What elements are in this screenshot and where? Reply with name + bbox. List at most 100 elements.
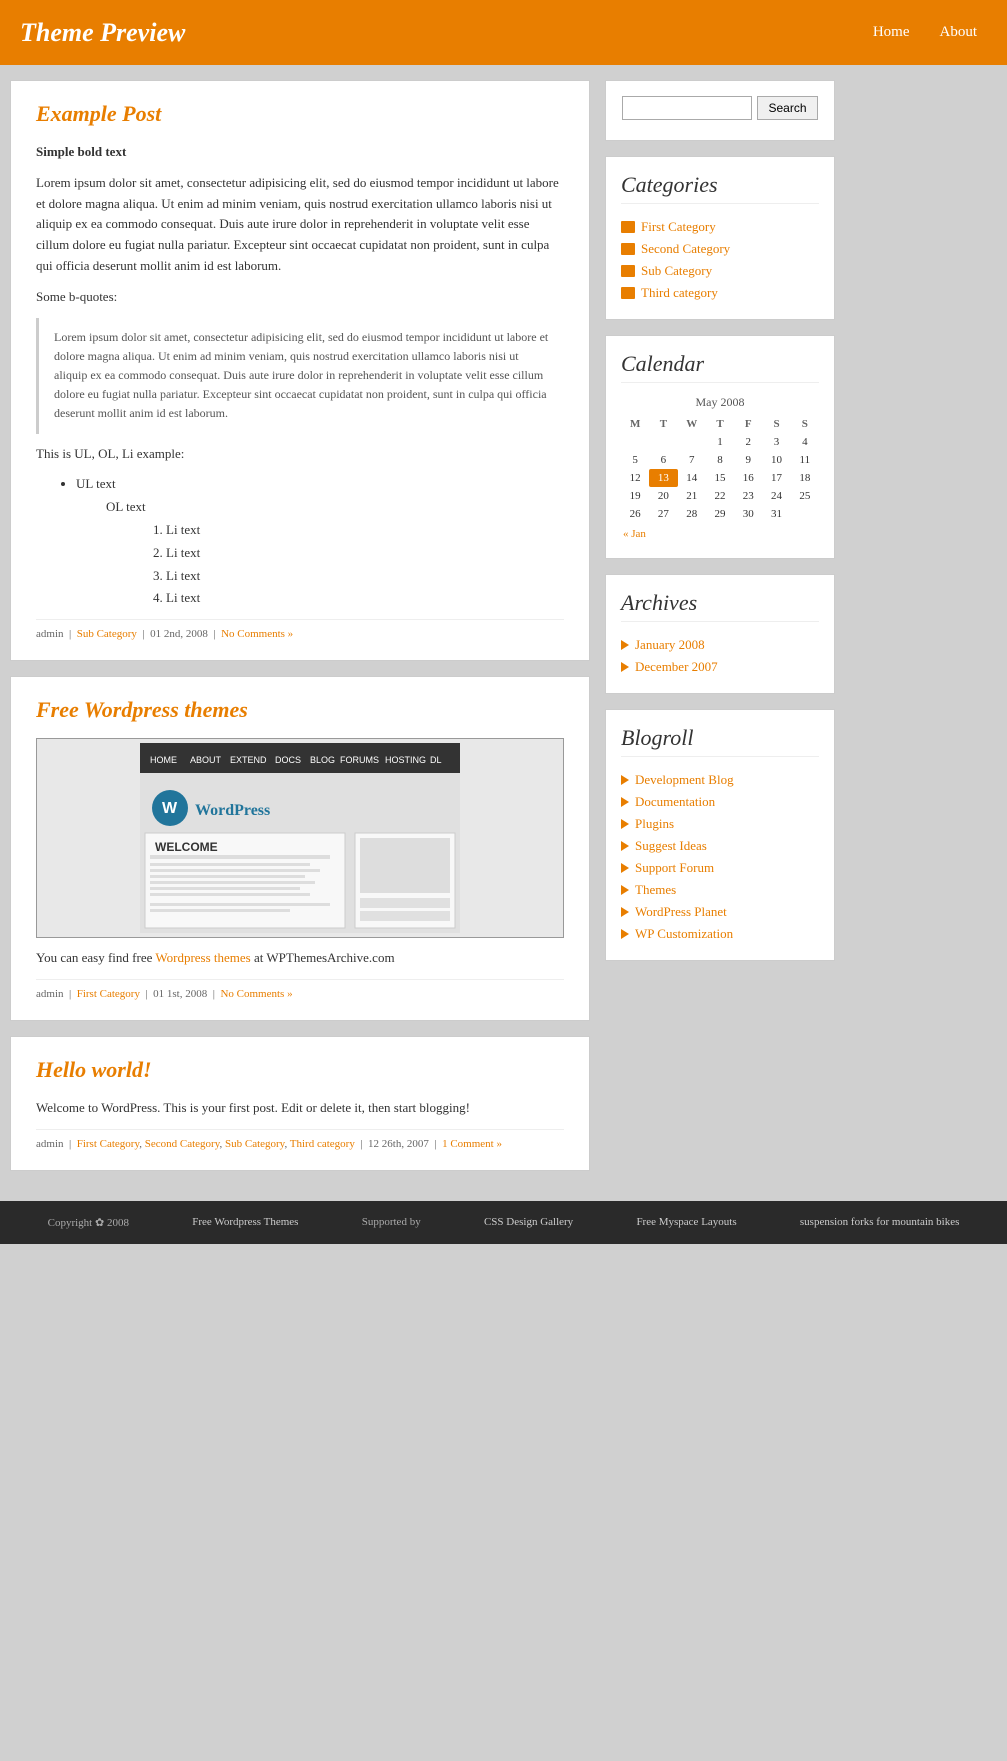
nav-home[interactable]: Home: [863, 19, 920, 46]
category-item: Third category: [621, 282, 819, 304]
svg-text:W: W: [162, 800, 178, 817]
footer-link-myspace[interactable]: Free Myspace Layouts: [636, 1216, 736, 1228]
arrow-icon: [621, 775, 629, 785]
site-title: Theme Preview: [20, 18, 185, 48]
meta-author-3: admin: [36, 1138, 64, 1150]
footer-supported-by: Supported by: [362, 1216, 421, 1228]
arrow-icon: [621, 885, 629, 895]
archive-jan-2008[interactable]: January 2008: [635, 637, 705, 653]
ol-list: OL text Li text Li text Li text Li text: [106, 497, 564, 609]
wp-screenshot: HOME ABOUT EXTEND DOCS BLOG FORUMS HOSTI…: [36, 738, 564, 938]
blogroll-item: Suggest Ideas: [621, 835, 819, 857]
cal-header-m: M: [621, 415, 649, 433]
copyright: Copyright ✿ 2008: [48, 1216, 129, 1229]
category-link-third[interactable]: Third category: [641, 285, 718, 301]
meta-date-2: 01 1st, 2008: [153, 988, 207, 1000]
meta-author-2: admin: [36, 988, 64, 1000]
cal-row: 19 20 21 22 23 24 25: [621, 487, 819, 505]
cal-header-s2: S: [791, 415, 819, 433]
arrow-icon: [621, 929, 629, 939]
li-item-1: Li text: [166, 520, 564, 541]
blogroll-item: Themes: [621, 879, 819, 901]
meta-comments[interactable]: No Comments »: [221, 628, 293, 640]
cal-header-w: W: [678, 415, 706, 433]
blogroll-support-forum[interactable]: Support Forum: [635, 860, 714, 876]
svg-text:EXTEND: EXTEND: [230, 755, 267, 765]
svg-text:BLOG: BLOG: [310, 755, 335, 765]
li-item-4: Li text: [166, 588, 564, 609]
folder-icon: [621, 265, 635, 277]
blogroll-themes[interactable]: Themes: [635, 882, 676, 898]
sidebar: Search Categories First Category Second …: [605, 80, 835, 1186]
category-link-second[interactable]: Second Category: [641, 241, 730, 257]
category-link-first[interactable]: First Category: [641, 219, 716, 235]
archive-dec-2007[interactable]: December 2007: [635, 659, 718, 675]
folder-icon: [621, 287, 635, 299]
meta-category[interactable]: Sub Category: [77, 628, 137, 640]
cal-row: 12 13 14 15 16 17 18: [621, 469, 819, 487]
blogroll-suggest-ideas[interactable]: Suggest Ideas: [635, 838, 707, 854]
search-button[interactable]: Search: [757, 96, 817, 120]
post-example: Example Post Simple bold text Lorem ipsu…: [10, 80, 590, 661]
arrow-icon: [621, 841, 629, 851]
cal-prev-link[interactable]: « Jan: [623, 528, 646, 540]
archive-list: January 2008 December 2007: [621, 634, 819, 678]
post-meta-2: admin | First Category | 01 1st, 2008 | …: [36, 979, 564, 1000]
category-item: Sub Category: [621, 260, 819, 282]
cal-today: 13: [649, 469, 677, 487]
blogroll-dev-blog[interactable]: Development Blog: [635, 772, 734, 788]
blogroll-list: Development Blog Documentation Plugins S…: [621, 769, 819, 945]
li-list: Li text Li text Li text Li text: [166, 520, 564, 609]
wordpress-themes-link[interactable]: Wordpress themes: [155, 950, 250, 965]
blogroll-item: Documentation: [621, 791, 819, 813]
post-meta-3: admin | First Category, Second Category,…: [36, 1129, 564, 1150]
category-item: First Category: [621, 216, 819, 238]
cal-row: 5 6 7 8 9 10 11: [621, 451, 819, 469]
footer-link-free-themes[interactable]: Free Wordpress Themes: [192, 1216, 298, 1228]
cal-prev-row: « Jan: [621, 523, 819, 543]
blogroll-plugins[interactable]: Plugins: [635, 816, 674, 832]
meta-comments-3[interactable]: 1 Comment »: [442, 1138, 502, 1150]
footer-link-css-gallery[interactable]: CSS Design Gallery: [484, 1216, 573, 1228]
ol-item: OL text: [106, 497, 564, 518]
meta-cat-first[interactable]: First Category: [77, 1138, 140, 1150]
meta-cat-second[interactable]: Second Category: [145, 1138, 220, 1150]
ul-label: This is UL, OL, Li example:: [36, 444, 564, 465]
post3-body: Welcome to WordPress. This is your first…: [36, 1098, 564, 1119]
svg-text:WordPress: WordPress: [195, 802, 270, 819]
arrow-icon: [621, 907, 629, 917]
search-input[interactable]: [622, 96, 752, 120]
cal-header-f: F: [734, 415, 762, 433]
wp-svg: HOME ABOUT EXTEND DOCS BLOG FORUMS HOSTI…: [140, 743, 460, 933]
blogroll-wp-planet[interactable]: WordPress Planet: [635, 904, 727, 920]
meta-cat-sub[interactable]: Sub Category: [225, 1138, 284, 1150]
blockquote: Lorem ipsum dolor sit amet, consectetur …: [36, 318, 564, 434]
nav-about[interactable]: About: [930, 19, 988, 46]
archive-item: January 2008: [621, 634, 819, 656]
archives-title: Archives: [621, 590, 819, 622]
meta-category-2[interactable]: First Category: [77, 988, 140, 1000]
arrow-icon: [621, 863, 629, 873]
meta-comments-2[interactable]: No Comments »: [220, 988, 292, 1000]
category-link-sub[interactable]: Sub Category: [641, 263, 712, 279]
post2-body: You can easy find free Wordpress themes …: [36, 948, 564, 969]
svg-text:HOSTING: HOSTING: [385, 755, 426, 765]
footer-link-suspension[interactable]: suspension forks for mountain bikes: [800, 1216, 959, 1228]
cal-header-t2: T: [706, 415, 734, 433]
blogroll-item: Plugins: [621, 813, 819, 835]
ul-item: UL text: [76, 474, 564, 495]
categories-title: Categories: [621, 172, 819, 204]
svg-text:DOCS: DOCS: [275, 755, 301, 765]
calendar-month: May 2008: [621, 395, 819, 410]
cal-row: 26 27 28 29 30 31: [621, 505, 819, 523]
arrow-icon: [621, 662, 629, 672]
blogroll-documentation[interactable]: Documentation: [635, 794, 715, 810]
meta-cat-third[interactable]: Third category: [290, 1138, 355, 1150]
calendar-table: M T W T F S S 1 2: [621, 415, 819, 543]
archive-item: December 2007: [621, 656, 819, 678]
archives-widget: Archives January 2008 December 2007: [605, 574, 835, 694]
bquotes-label: Some b-quotes:: [36, 287, 564, 308]
blogroll-wp-customization[interactable]: WP Customization: [635, 926, 733, 942]
svg-text:FORUMS: FORUMS: [340, 755, 379, 765]
calendar-widget: Calendar May 2008 M T W T F S S: [605, 335, 835, 559]
